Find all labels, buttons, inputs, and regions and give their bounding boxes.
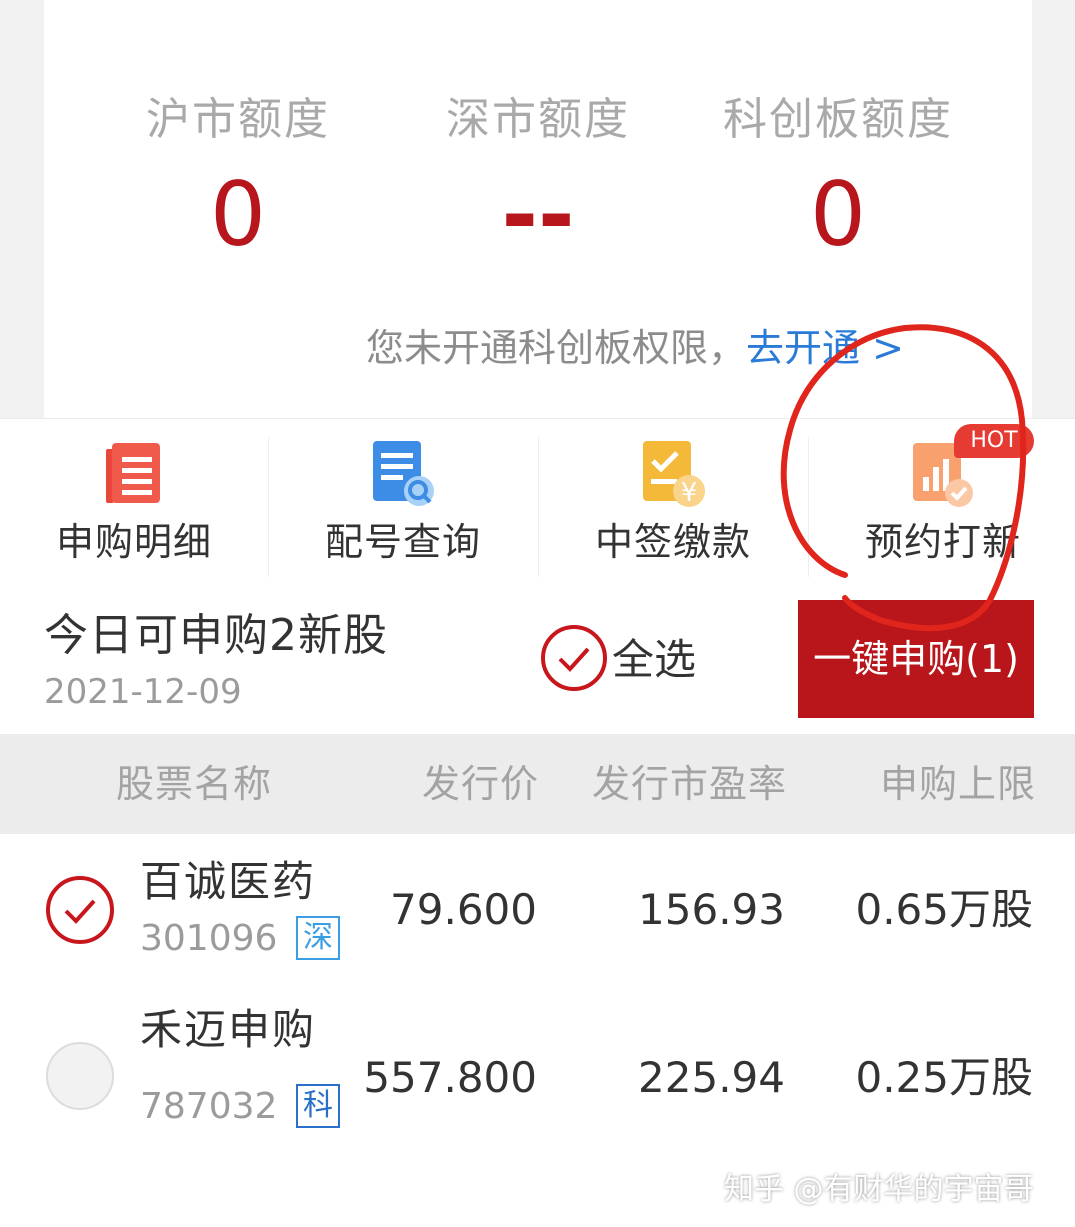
column-header-limit: 申购上限 xyxy=(880,762,1037,806)
issue-pe: 156.93 xyxy=(638,885,785,934)
stock-name: 禾迈申购 xyxy=(140,1005,317,1054)
shortcut-reserve-ipo[interactable]: 预约打新 xyxy=(809,419,1075,584)
today-title: 今日可申购2新股 xyxy=(44,610,388,661)
quota-shanghai-label: 沪市额度 xyxy=(146,94,330,145)
today-date: 2021-12-09 xyxy=(44,672,242,712)
quota-shenzhen-value: -- xyxy=(501,163,575,266)
payment-document-icon: ¥ xyxy=(643,441,705,508)
column-header-pe: 发行市盈率 xyxy=(592,762,788,806)
issue-pe: 225.94 xyxy=(638,1053,785,1102)
shortcut-subscription-details[interactable]: 申购明细 xyxy=(0,419,268,584)
column-header-name: 股票名称 xyxy=(116,762,273,806)
quota-shanghai-value: 0 xyxy=(210,163,266,266)
select-all-label: 全选 xyxy=(612,635,697,684)
shortcut-bar: 申购明细 配号查询 ¥ 中签缴款 预约打新 xyxy=(0,418,1075,585)
quota-shenzhen-label: 深市额度 xyxy=(446,94,630,145)
one-key-subscribe-button[interactable]: 一键申购(1) xyxy=(798,600,1034,718)
market-badge: 深 xyxy=(296,916,340,960)
open-permission-link[interactable]: 去开通 > xyxy=(746,326,904,370)
table-header: 股票名称 发行价 发行市盈率 申购上限 xyxy=(0,734,1075,834)
search-document-icon xyxy=(373,441,434,506)
quota-shanghai: 沪市额度 0 xyxy=(88,92,388,270)
stock-name: 百诚医药 xyxy=(140,857,317,906)
checked-circle-icon xyxy=(541,625,607,691)
shortcut-number-query[interactable]: 配号查询 xyxy=(269,419,537,584)
shortcut-label: 中签缴款 xyxy=(594,520,751,564)
unchecked-circle-icon[interactable] xyxy=(44,1040,116,1112)
issue-price: 557.800 xyxy=(363,1053,537,1102)
quota-shenzhen: 深市额度 -- xyxy=(388,92,688,270)
shortcut-label: 申购明细 xyxy=(55,520,212,564)
stock-code: 787032 xyxy=(140,1086,278,1127)
quota-star-market-label: 科创板额度 xyxy=(723,94,953,145)
hot-badge: HOT xyxy=(954,424,1034,458)
shortcut-winning-payment[interactable]: ¥ 中签缴款 xyxy=(539,419,807,584)
quota-star-market-value: 0 xyxy=(810,163,866,266)
issue-price: 79.600 xyxy=(390,885,537,934)
stock-code: 301096 xyxy=(140,918,278,959)
market-badge: 科 xyxy=(296,1084,340,1128)
watermark: 知乎 @有财华的宇宙哥 xyxy=(724,1172,1034,1207)
star-market-notice: 您未开通科创板权限，去开通 > xyxy=(366,322,904,374)
shortcut-label: 预约打新 xyxy=(864,520,1021,564)
subscription-limit: 0.65万股 xyxy=(855,885,1033,934)
table-row[interactable]: 百诚医药 301096 深 79.600 156.93 0.65万股 xyxy=(0,834,1075,1002)
shortcut-label: 配号查询 xyxy=(324,520,481,564)
subscription-limit: 0.25万股 xyxy=(855,1053,1033,1102)
column-header-price: 发行价 xyxy=(422,762,540,806)
svg-text:¥: ¥ xyxy=(681,478,698,508)
notice-text: 您未开通科创板权限， xyxy=(366,326,747,370)
list-icon xyxy=(106,443,160,503)
checked-circle-icon[interactable] xyxy=(44,874,116,946)
quota-star-market: 科创板额度 0 xyxy=(688,92,988,270)
